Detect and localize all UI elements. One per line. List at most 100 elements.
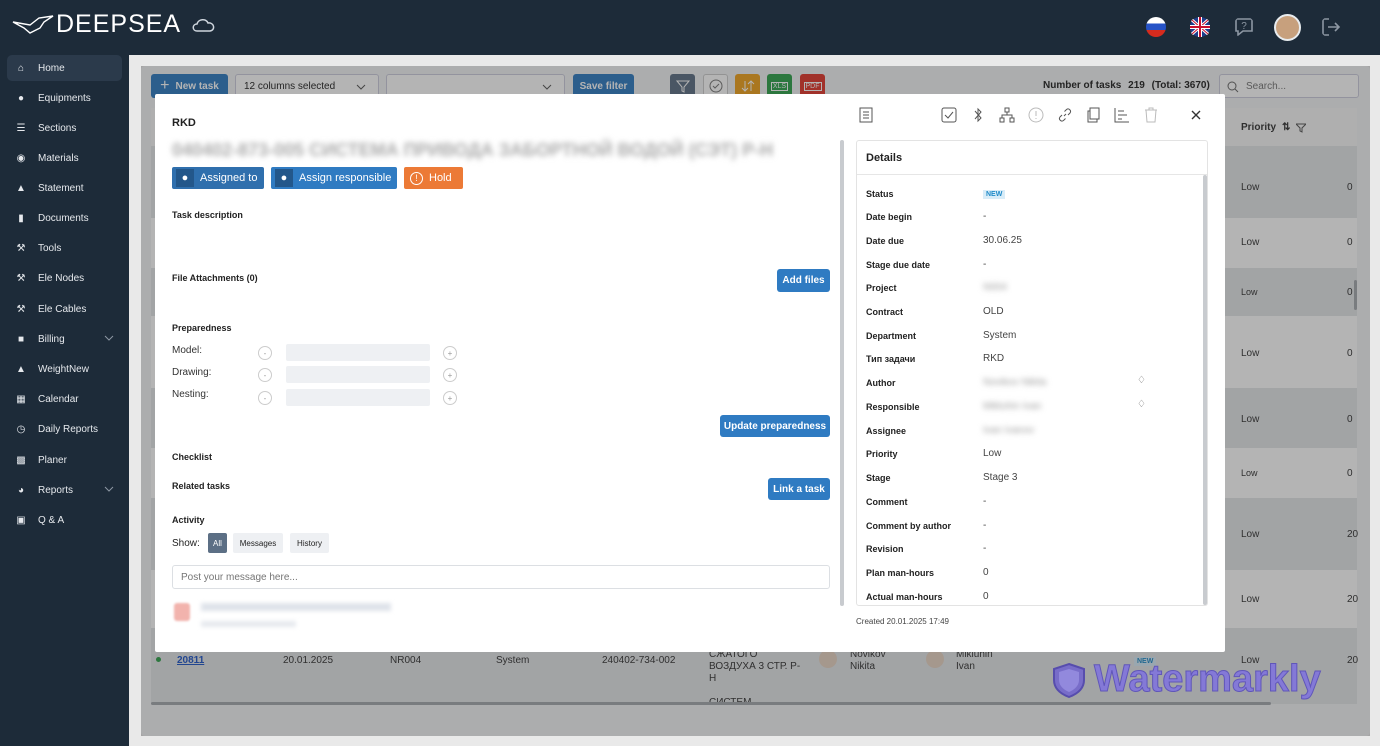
sidebar-item-reports[interactable]: ◕ Reports xyxy=(7,477,122,503)
weight-icon: ▲ xyxy=(16,363,26,375)
home-icon: ⌂ xyxy=(17,62,25,74)
activity-entry xyxy=(201,621,296,627)
checklist-icon[interactable] xyxy=(940,106,958,124)
russian-flag-icon[interactable] xyxy=(1146,17,1166,37)
sidebar-item-equipments[interactable]: ● Equipments xyxy=(7,85,122,111)
details-divider xyxy=(857,174,1207,175)
stage-due-label: Stage due date xyxy=(866,260,931,270)
drawing-label: Drawing: xyxy=(172,367,212,378)
close-icon[interactable] xyxy=(1187,106,1205,124)
assignee-label: Assignee xyxy=(866,426,907,436)
update-preparedness-button[interactable]: Update preparedness xyxy=(720,415,830,437)
hierarchy-icon[interactable] xyxy=(998,106,1016,124)
sidebar-item-tools[interactable]: ⚒ Tools xyxy=(7,235,122,261)
comment-value[interactable]: - xyxy=(983,496,986,507)
nesting-decrease-button[interactable]: - xyxy=(258,391,272,405)
triangle-icon: ▲ xyxy=(16,182,26,194)
alert-circle-icon[interactable] xyxy=(1027,106,1045,124)
bell-icon[interactable]: ♢ xyxy=(1137,399,1146,410)
plan-hours-label: Plan man-hours xyxy=(866,568,935,578)
details-title: Details xyxy=(866,152,903,164)
sidebar-item-label: Equipments xyxy=(38,92,91,104)
drawing-decrease-button[interactable]: - xyxy=(258,368,272,382)
assign-responsible-button[interactable]: ● Assign responsible xyxy=(271,167,397,189)
filter-history-button[interactable]: History xyxy=(290,533,329,553)
add-files-button[interactable]: Add files xyxy=(777,269,830,292)
nesting-increase-button[interactable]: + xyxy=(443,391,457,405)
comment-author-value[interactable]: - xyxy=(983,520,986,531)
user-avatar[interactable] xyxy=(1274,14,1301,41)
sidebar-item-documents[interactable]: ▮ Documents xyxy=(7,205,122,231)
link-task-button[interactable]: Link a task xyxy=(768,478,830,500)
sections-icon: ☰ xyxy=(16,122,26,134)
actual-hours-label: Actual man-hours xyxy=(866,592,943,602)
responsible-label: Responsible xyxy=(866,402,920,412)
filter-all-button[interactable]: All xyxy=(208,533,227,553)
english-flag-icon[interactable] xyxy=(1189,16,1211,38)
bluetooth-icon[interactable] xyxy=(969,106,987,124)
bar-chart-icon[interactable] xyxy=(1113,106,1131,124)
details-panel: Details Status NEW Date begin - Date due… xyxy=(856,140,1208,606)
stage-due-value[interactable]: - xyxy=(983,259,986,270)
message-input[interactable] xyxy=(172,565,830,589)
sidebar-item-billing[interactable]: ■ Billing xyxy=(7,326,122,352)
task-type-value: RKD xyxy=(983,353,1005,364)
left-pane-scrollbar[interactable] xyxy=(840,140,844,606)
filter-messages-button[interactable]: Messages xyxy=(233,533,283,553)
sidebar-item-label: Documents xyxy=(38,212,89,224)
task-modal: RKD 040402-873-005 СИСТЕМА ПРИВОДА ЗАБОР… xyxy=(155,94,1225,652)
priority-value[interactable]: Low xyxy=(983,448,1001,459)
watermark: Watermarkly xyxy=(1050,658,1321,701)
sidebar-item-qa[interactable]: ▣ Q & A xyxy=(7,507,122,533)
trash-icon[interactable] xyxy=(1142,106,1160,124)
drawing-progress-bar xyxy=(286,366,430,383)
priority-label: Priority xyxy=(866,449,898,459)
hold-button[interactable]: ! Hold xyxy=(404,167,463,189)
chart-icon: ▩ xyxy=(16,454,26,466)
date-due-value[interactable]: 30.06.25 xyxy=(983,235,1022,246)
sidebar-item-home[interactable]: ⌂ Home xyxy=(7,55,122,81)
sidebar-item-calendar[interactable]: ▦ Calendar xyxy=(7,386,122,412)
sidebar-item-ele-nodes[interactable]: ⚒ Ele Nodes xyxy=(7,265,122,291)
model-decrease-button[interactable]: - xyxy=(258,346,272,360)
notes-icon[interactable] xyxy=(857,106,875,124)
logo[interactable]: DEEPSEA xyxy=(12,10,217,39)
chevron-down-icon xyxy=(104,486,114,492)
activity-heading: Activity xyxy=(172,515,205,525)
sidebar-item-label: WeightNew xyxy=(38,363,89,375)
pie-icon: ◕ xyxy=(17,484,25,496)
copy-icon[interactable] xyxy=(1085,106,1103,124)
help-chat-icon[interactable]: ? xyxy=(1233,16,1255,38)
drawing-increase-button[interactable]: + xyxy=(443,368,457,382)
logout-icon[interactable] xyxy=(1320,16,1342,38)
calendar-icon: ▦ xyxy=(16,393,26,405)
sidebar-item-sections[interactable]: ☰ Sections xyxy=(7,115,122,141)
actual-hours-value[interactable]: 0 xyxy=(983,591,989,602)
sidebar-item-label: Sections xyxy=(38,122,77,134)
sidebar-item-materials[interactable]: ◉ Materials xyxy=(7,145,122,171)
responsible-value: Mikluhin Ivan xyxy=(983,401,1042,412)
sidebar-item-label: Q & A xyxy=(38,514,65,526)
sidebar-item-statement[interactable]: ▲ Statement xyxy=(7,175,122,201)
link-icon[interactable] xyxy=(1056,106,1074,124)
revision-label: Revision xyxy=(866,544,904,554)
sidebar-item-daily-reports[interactable]: ◷ Daily Reports xyxy=(7,416,122,442)
clock-icon: ◷ xyxy=(16,423,26,435)
plan-hours-value[interactable]: 0 xyxy=(983,567,989,578)
activity-avatar xyxy=(174,603,190,621)
assigned-to-button[interactable]: ● Assigned to xyxy=(172,167,264,189)
sidebar-item-weightnew[interactable]: ▲ WeightNew xyxy=(7,356,122,382)
cloud-icon[interactable] xyxy=(191,16,217,34)
user-icon: ● xyxy=(275,169,293,187)
revision-value[interactable]: - xyxy=(983,543,986,554)
stage-value[interactable]: Stage 3 xyxy=(983,472,1017,483)
bell-icon[interactable]: ♢ xyxy=(1137,375,1146,386)
details-scrollbar[interactable] xyxy=(1203,175,1207,605)
sidebar-item-label: Statement xyxy=(38,182,84,194)
top-bar: DEEPSEA ? xyxy=(0,0,1380,55)
user-icon: ● xyxy=(176,169,194,187)
sidebar-item-planer[interactable]: ▩ Planer xyxy=(7,447,122,473)
model-increase-button[interactable]: + xyxy=(443,346,457,360)
related-tasks-heading: Related tasks xyxy=(172,481,231,491)
sidebar-item-ele-cables[interactable]: ⚒ Ele Cables xyxy=(7,296,122,322)
